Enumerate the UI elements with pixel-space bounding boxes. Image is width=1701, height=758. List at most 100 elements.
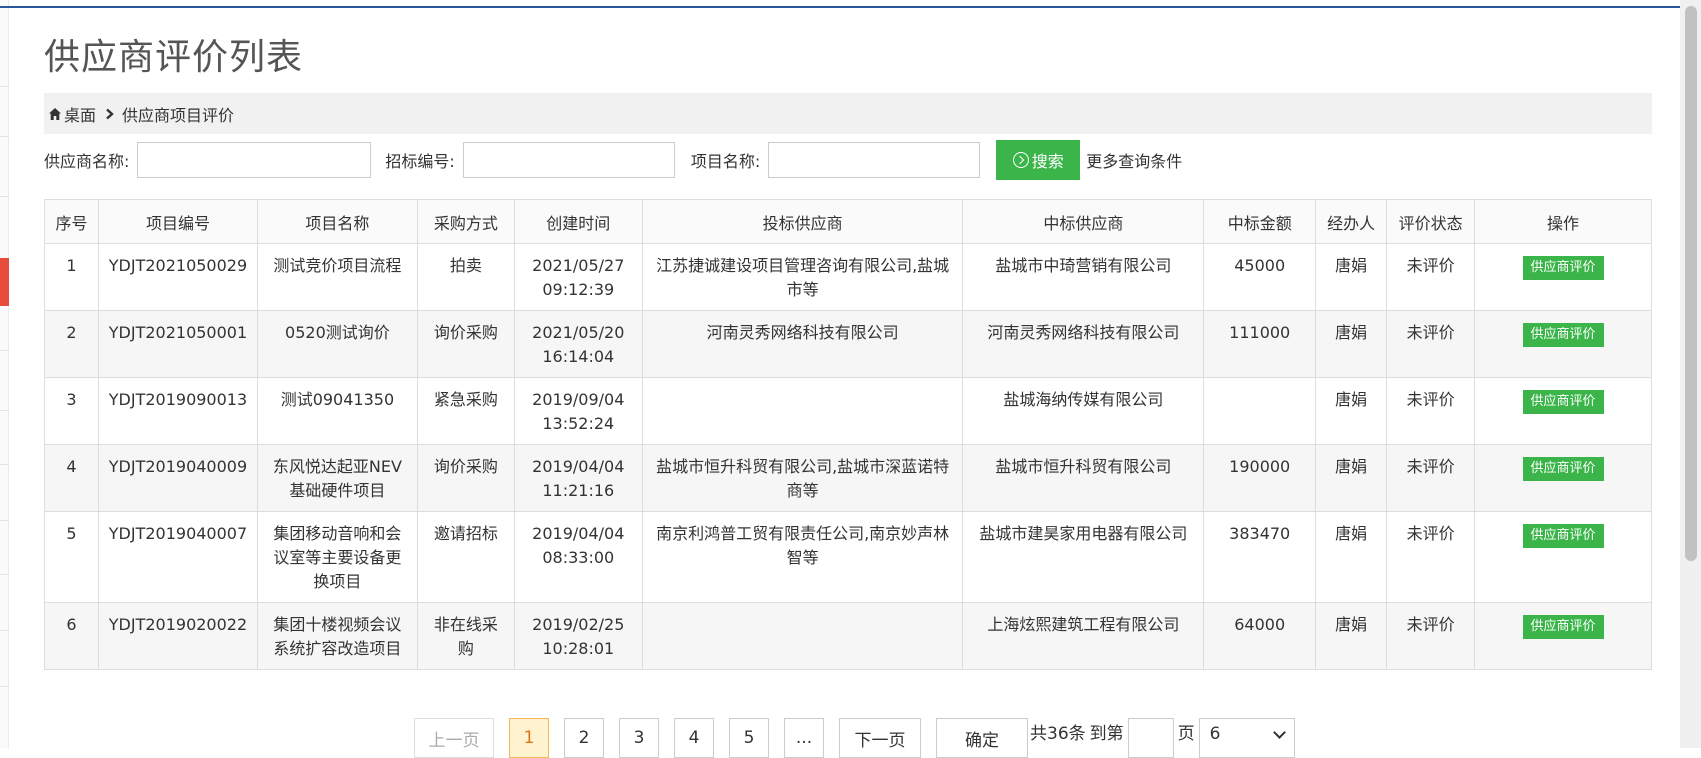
search-button[interactable]: 搜索 (996, 140, 1081, 180)
evaluate-supplier-button[interactable]: 供应商评价 (1522, 615, 1604, 639)
cell-name: 测试竞价项目流程 (256, 243, 418, 311)
cell-action: 供应商评价 (1474, 377, 1652, 445)
breadcrumb: 桌面 供应商项目评价 (44, 93, 1652, 134)
cell-no: 6 (44, 602, 99, 670)
project-name-label: 项目名称: (690, 152, 761, 171)
project-name-input[interactable] (768, 142, 981, 178)
cell-action: 供应商评价 (1474, 602, 1652, 670)
page-size-select[interactable]: 6 (1198, 718, 1295, 758)
cell-no: 2 (44, 310, 99, 378)
cell-name: 集团十楼视频会议系统扩容改造项目 (256, 602, 418, 670)
table-row: 5 YDJT2019040007 集团移动音响和会议室等主要设备更换项目 邀请招… (44, 511, 1652, 603)
breadcrumb-current: 供应商项目评价 (122, 105, 235, 125)
table-row: 1 YDJT2021050029 测试竞价项目流程 拍卖 2021/05/27 … (44, 243, 1652, 311)
confirm-page-button[interactable]: 确定 (936, 718, 1028, 758)
cell-code: YDJT2021050001 (97, 310, 258, 378)
page-button-1[interactable]: 1 (509, 718, 549, 758)
sidebar-divider (0, 350, 9, 351)
cell-handler: 唐娟 (1315, 602, 1388, 670)
cell-code: YDJT2019040009 (97, 444, 258, 512)
cell-status: 未评价 (1386, 377, 1476, 445)
column-header: 中标金额 (1203, 199, 1317, 244)
supplier-name-label: 供应商名称: (44, 152, 130, 171)
search-bar: 供应商名称: 招标编号: 项目名称: 搜索 更多查询条件 (44, 140, 1664, 180)
sidebar-active-marker (0, 258, 9, 306)
column-header: 项目名称 (256, 199, 418, 244)
evaluate-supplier-button[interactable]: 供应商评价 (1522, 390, 1604, 414)
cell-amount: 64000 (1203, 602, 1317, 670)
column-header: 采购方式 (416, 199, 515, 244)
evaluate-supplier-button[interactable]: 供应商评价 (1522, 323, 1604, 347)
cell-status: 未评价 (1386, 310, 1476, 378)
column-header: 评价状态 (1386, 199, 1476, 244)
column-header: 中标供应商 (962, 199, 1205, 244)
cell-code: YDJT2019040007 (97, 511, 258, 603)
cell-created: 2019/09/04 13:52:24 (513, 377, 643, 445)
table-row: 6 YDJT2019020022 集团十楼视频会议系统扩容改造项目 非在线采购 … (44, 602, 1652, 670)
pagination: 上一页 1 2 3 4 5 ... 下一页 确定 共36条 到第 页 6 (414, 718, 1295, 758)
cell-method: 询价采购 (416, 310, 515, 378)
cell-bidders (641, 377, 964, 445)
sidebar-divider (0, 86, 9, 87)
page-button-3[interactable]: 3 (619, 718, 659, 758)
evaluate-supplier-button[interactable]: 供应商评价 (1522, 457, 1604, 481)
total-count: 共36条 (1030, 724, 1086, 744)
column-header: 项目编号 (97, 199, 258, 244)
cell-action: 供应商评价 (1474, 444, 1652, 512)
cell-bidders (641, 602, 964, 670)
cell-no: 5 (44, 511, 99, 603)
next-page-button[interactable]: 下一页 (839, 718, 921, 758)
cell-bidders: 河南灵秀网络科技有限公司 (641, 310, 964, 378)
cell-status: 未评价 (1386, 511, 1476, 603)
cell-bidders: 盐城市恒升科贸有限公司,盐城市深蓝诺特商等 (641, 444, 964, 512)
cell-action: 供应商评价 (1474, 511, 1652, 603)
goto-page-input[interactable] (1127, 718, 1174, 758)
cell-status: 未评价 (1386, 444, 1476, 512)
column-header: 序号 (44, 199, 99, 244)
page-title: 供应商评价列表 (44, 37, 304, 78)
table-row: 2 YDJT2021050001 0520测试询价 询价采购 2021/05/2… (44, 310, 1652, 378)
cell-method: 询价采购 (416, 444, 515, 512)
sidebar-divider (0, 630, 9, 631)
prev-page-button[interactable]: 上一页 (414, 718, 494, 758)
cell-method: 拍卖 (416, 243, 515, 311)
scrollbar-thumb[interactable] (1685, 6, 1697, 561)
cell-bidders: 江苏捷诚建设项目管理咨询有限公司,盐城市等 (641, 243, 964, 311)
cell-winner: 盐城市中琦营销有限公司 (962, 243, 1205, 311)
page-ellipsis-button[interactable]: ... (784, 718, 824, 758)
cell-amount: 190000 (1203, 444, 1317, 512)
sidebar-divider (0, 574, 9, 575)
circle-arrow-right-icon (1012, 152, 1029, 168)
breadcrumb-home[interactable]: 桌面 (64, 102, 96, 126)
bid-number-input[interactable] (462, 142, 675, 178)
more-conditions-link[interactable]: 更多查询条件 (1086, 148, 1182, 172)
supplier-evaluation-table: 序号 项目编号 项目名称 采购方式 创建时间 投标供应商 中标供应商 中标金额 … (44, 199, 1652, 670)
cell-action: 供应商评价 (1474, 310, 1652, 378)
column-header: 投标供应商 (641, 199, 964, 244)
page-button-2[interactable]: 2 (564, 718, 604, 758)
cell-created: 2019/02/25 10:28:01 (513, 602, 643, 670)
cell-amount: 111000 (1203, 310, 1317, 378)
table-row: 3 YDJT2019090013 测试09041350 紧急采购 2019/09… (44, 377, 1652, 445)
cell-method: 邀请招标 (416, 511, 515, 603)
page-button-4[interactable]: 4 (674, 718, 714, 758)
cell-code: YDJT2021050029 (97, 243, 258, 311)
sidebar-divider (0, 464, 9, 465)
cell-amount: 45000 (1203, 243, 1317, 311)
sidebar-divider (0, 136, 9, 137)
bid-number-label: 招标编号: (385, 152, 455, 171)
sidebar-divider (0, 686, 9, 687)
evaluate-supplier-button[interactable]: 供应商评价 (1522, 256, 1604, 280)
cell-created: 2019/04/04 08:33:00 (513, 511, 643, 603)
supplier-name-input[interactable] (137, 142, 372, 178)
cell-amount (1203, 377, 1317, 445)
cell-handler: 唐娟 (1315, 377, 1388, 445)
cell-winner: 盐城市恒升科贸有限公司 (962, 444, 1205, 512)
cell-code: YDJT2019020022 (97, 602, 258, 670)
cell-name: 集团移动音响和会议室等主要设备更换项目 (256, 511, 418, 603)
cell-bidders: 南京利鸿普工贸有限责任公司,南京妙声林智等 (641, 511, 964, 603)
sidebar-divider (0, 196, 9, 197)
page-button-5[interactable]: 5 (729, 718, 769, 758)
evaluate-supplier-button[interactable]: 供应商评价 (1522, 524, 1604, 548)
cell-handler: 唐娟 (1315, 310, 1388, 378)
